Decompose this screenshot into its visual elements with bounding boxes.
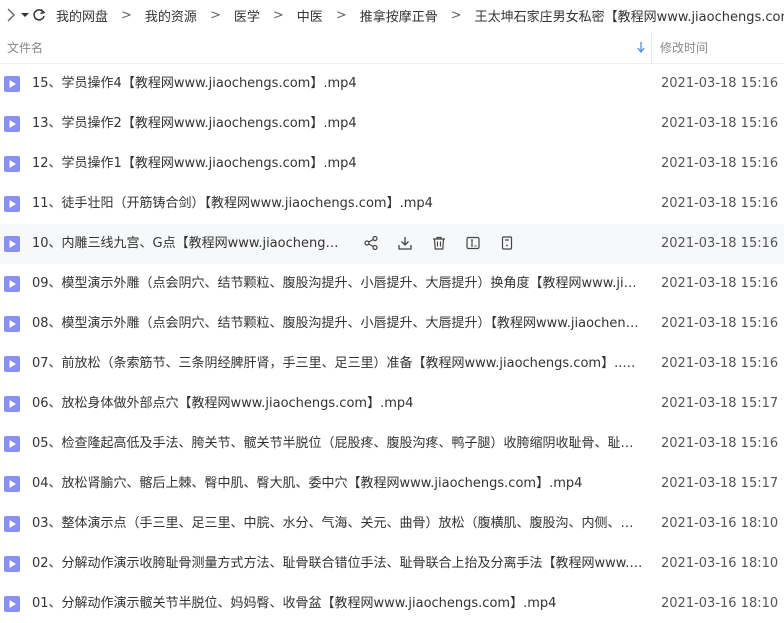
caret-down-icon bbox=[21, 13, 29, 17]
breadcrumb-item[interactable]: 医学 bbox=[234, 6, 260, 25]
file-name[interactable]: 02、分解动作演示收胯耻骨测量方式方法、耻骨联合错位手法、耻骨联合上抬及分离手法… bbox=[32, 544, 644, 584]
file-modified-date: 2021-03-18 15:16 bbox=[661, 196, 779, 211]
file-name[interactable]: 13、学员操作2【教程网www.jiaochengs.com】.mp4 bbox=[32, 104, 644, 144]
file-name[interactable]: 11、徒手壮阳（开筋铸合剑）【教程网www.jiaochengs.com】.mp… bbox=[32, 184, 644, 224]
column-header-date[interactable]: 修改时间 bbox=[652, 39, 708, 56]
file-name[interactable]: 04、放松肾腧穴、髂后上棘、臀中肌、臀大肌、委中穴【教程网www.jiaoche… bbox=[32, 464, 644, 504]
file-modified-date: 2021-03-16 18:10 bbox=[661, 556, 779, 571]
file-name[interactable]: 12、学员操作1【教程网www.jiaochengs.com】.mp4 bbox=[32, 144, 644, 184]
delete-button[interactable] bbox=[430, 235, 448, 253]
video-file-icon bbox=[4, 156, 20, 172]
file-modified-date: 2021-03-18 15:16 bbox=[661, 76, 779, 91]
video-file-icon bbox=[4, 196, 20, 212]
video-file-icon bbox=[4, 236, 20, 252]
file-modified-date: 2021-03-18 15:17 bbox=[661, 476, 779, 491]
breadcrumb-separator: > bbox=[335, 7, 347, 23]
more-button[interactable] bbox=[498, 235, 516, 253]
file-modified-date: 2021-03-16 18:10 bbox=[661, 516, 779, 531]
file-modified-date: 2021-03-18 15:16 bbox=[661, 436, 779, 451]
file-modified-date: 2021-03-18 15:16 bbox=[661, 316, 779, 331]
trash-icon bbox=[432, 235, 446, 254]
file-row[interactable]: 11、徒手壮阳（开筋铸合剑）【教程网www.jiaochengs.com】.mp… bbox=[0, 184, 784, 224]
sort-arrow-down-icon[interactable] bbox=[637, 41, 645, 53]
rename-icon bbox=[466, 235, 480, 254]
column-header-name-label: 文件名 bbox=[7, 40, 44, 55]
file-modified-date: 2021-03-18 15:16 bbox=[661, 116, 779, 131]
file-row[interactable]: 10、内雕三线九宫、G点【教程网www.jiaochengs.com】.mp4 2… bbox=[0, 224, 784, 264]
breadcrumb-item[interactable]: 我的资源 bbox=[145, 6, 197, 25]
rename-button[interactable] bbox=[464, 235, 482, 253]
file-modified-date: 2021-03-18 15:17 bbox=[661, 396, 779, 411]
file-row[interactable]: 07、前放松（条索筋节、三条阴经脾肝肾，手三里、足三里）准备【教程网www.ji… bbox=[0, 344, 784, 384]
file-row[interactable]: 03、整体演示点（手三里、足三里、中脘、水分、气海、关元、曲骨）放松（腹横肌、腹… bbox=[0, 504, 784, 544]
column-header-date-label: 修改时间 bbox=[660, 40, 709, 55]
forward-button[interactable] bbox=[6, 0, 16, 30]
video-file-icon bbox=[4, 276, 20, 292]
chevron-right-icon bbox=[7, 8, 15, 22]
file-modified-date: 2021-03-16 18:10 bbox=[661, 596, 779, 611]
file-name[interactable]: 15、学员操作4【教程网www.jiaochengs.com】.mp4 bbox=[32, 64, 644, 104]
file-modified-date: 2021-03-18 15:16 bbox=[661, 356, 779, 371]
file-row[interactable]: 08、模型演示外雕（点会阴穴、结节颗粒、腹股沟提升、小唇提升、大唇提升）【教程网… bbox=[0, 304, 784, 344]
share-button[interactable] bbox=[362, 235, 380, 253]
file-row[interactable]: 12、学员操作1【教程网www.jiaochengs.com】.mp4 2021-… bbox=[0, 144, 784, 184]
video-file-icon bbox=[4, 356, 20, 372]
breadcrumb: 我的网盘 > 我的资源 > 医学 > 中医 > 推拿按摩正骨 > 王太坤石家庄男女私密【教程网www… bbox=[56, 6, 784, 25]
file-list-header: 文件名 修改时间 bbox=[0, 30, 784, 64]
download-icon bbox=[398, 235, 412, 254]
file-name[interactable]: 09、模型演示外雕（点会阴穴、结节颗粒、腹股沟提升、小唇提升、大唇提升）换角度【… bbox=[32, 264, 644, 304]
file-list: 15、学员操作4【教程网www.jiaochengs.com】.mp4 2021-… bbox=[0, 64, 784, 623]
video-file-icon bbox=[4, 436, 20, 452]
column-header-name[interactable]: 文件名 bbox=[0, 30, 652, 64]
file-row[interactable]: 05、检查隆起高低及手法、胯关节、髋关节半脱位（屁股疼、腹股沟疼、鸭子腿）收胯缩… bbox=[0, 424, 784, 464]
file-row[interactable]: 15、学员操作4【教程网www.jiaochengs.com】.mp4 2021-… bbox=[0, 64, 784, 104]
breadcrumb-separator: > bbox=[272, 7, 284, 23]
file-name[interactable]: 06、放松身体做外部点穴【教程网www.jiaochengs.com】.mp4 bbox=[32, 384, 644, 424]
history-dropdown-button[interactable] bbox=[20, 0, 30, 30]
video-file-icon bbox=[4, 596, 20, 612]
file-row[interactable]: 04、放松肾腧穴、髂后上棘、臀中肌、臀大肌、委中穴【教程网www.jiaoche… bbox=[0, 464, 784, 504]
breadcrumb-item[interactable]: 我的网盘 bbox=[56, 6, 108, 25]
file-row[interactable]: 09、模型演示外雕（点会阴穴、结节颗粒、腹股沟提升、小唇提升、大唇提升）换角度【… bbox=[0, 264, 784, 304]
breadcrumb-separator: > bbox=[121, 7, 132, 23]
video-file-icon bbox=[4, 556, 20, 572]
file-modified-date: 2021-03-18 15:16 bbox=[661, 276, 779, 291]
file-row[interactable]: 13、学员操作2【教程网www.jiaochengs.com】.mp4 2021-… bbox=[0, 104, 784, 144]
breadcrumb-item[interactable]: 王太坤石家庄男女私密【教程网www.jiaochengs.com】 bbox=[475, 6, 784, 25]
file-row[interactable]: 02、分解动作演示收胯耻骨测量方式方法、耻骨联合错位手法、耻骨联合上抬及分离手法… bbox=[0, 544, 784, 584]
breadcrumb-item[interactable]: 中医 bbox=[297, 6, 323, 25]
breadcrumb-separator: > bbox=[450, 7, 462, 23]
file-name[interactable]: 03、整体演示点（手三里、足三里、中脘、水分、气海、关元、曲骨）放松（腹横肌、腹… bbox=[32, 504, 644, 544]
file-name[interactable]: 05、检查隆起高低及手法、胯关节、髋关节半脱位（屁股疼、腹股沟疼、鸭子腿）收胯缩… bbox=[32, 424, 644, 464]
video-file-icon bbox=[4, 316, 20, 332]
refresh-icon bbox=[33, 8, 46, 21]
more-icon bbox=[500, 235, 514, 254]
refresh-button[interactable] bbox=[32, 0, 46, 30]
file-row[interactable]: 01、分解动作演示髋关节半脱位、妈妈臀、收骨盆【教程网www.jiaocheng… bbox=[0, 584, 784, 623]
file-name[interactable]: 08、模型演示外雕（点会阴穴、结节颗粒、腹股沟提升、小唇提升、大唇提升）【教程网… bbox=[32, 304, 644, 344]
file-name[interactable]: 10、内雕三线九宫、G点【教程网www.jiaochengs.com】.mp4 bbox=[32, 224, 344, 264]
file-row[interactable]: 06、放松身体做外部点穴【教程网www.jiaochengs.com】.mp4 2… bbox=[0, 384, 784, 424]
video-file-icon bbox=[4, 76, 20, 92]
file-name[interactable]: 07、前放松（条索筋节、三条阴经脾肝肾，手三里、足三里）准备【教程网www.ji… bbox=[32, 344, 644, 384]
share-icon bbox=[364, 235, 378, 254]
video-file-icon bbox=[4, 396, 20, 412]
download-button[interactable] bbox=[396, 235, 414, 253]
video-file-icon bbox=[4, 516, 20, 532]
file-name[interactable]: 01、分解动作演示髋关节半脱位、妈妈臀、收骨盆【教程网www.jiaocheng… bbox=[32, 584, 644, 623]
breadcrumb-bar: 我的网盘 > 我的资源 > 医学 > 中医 > 推拿按摩正骨 > 王太坤石家庄男女私密【教程网www… bbox=[0, 0, 784, 30]
video-file-icon bbox=[4, 476, 20, 492]
breadcrumb-separator: > bbox=[209, 7, 221, 23]
file-modified-date: 2021-03-18 15:16 bbox=[661, 236, 779, 251]
file-modified-date: 2021-03-18 15:16 bbox=[661, 156, 779, 171]
row-actions bbox=[362, 235, 532, 253]
breadcrumb-item[interactable]: 推拿按摩正骨 bbox=[360, 6, 438, 25]
video-file-icon bbox=[4, 116, 20, 132]
